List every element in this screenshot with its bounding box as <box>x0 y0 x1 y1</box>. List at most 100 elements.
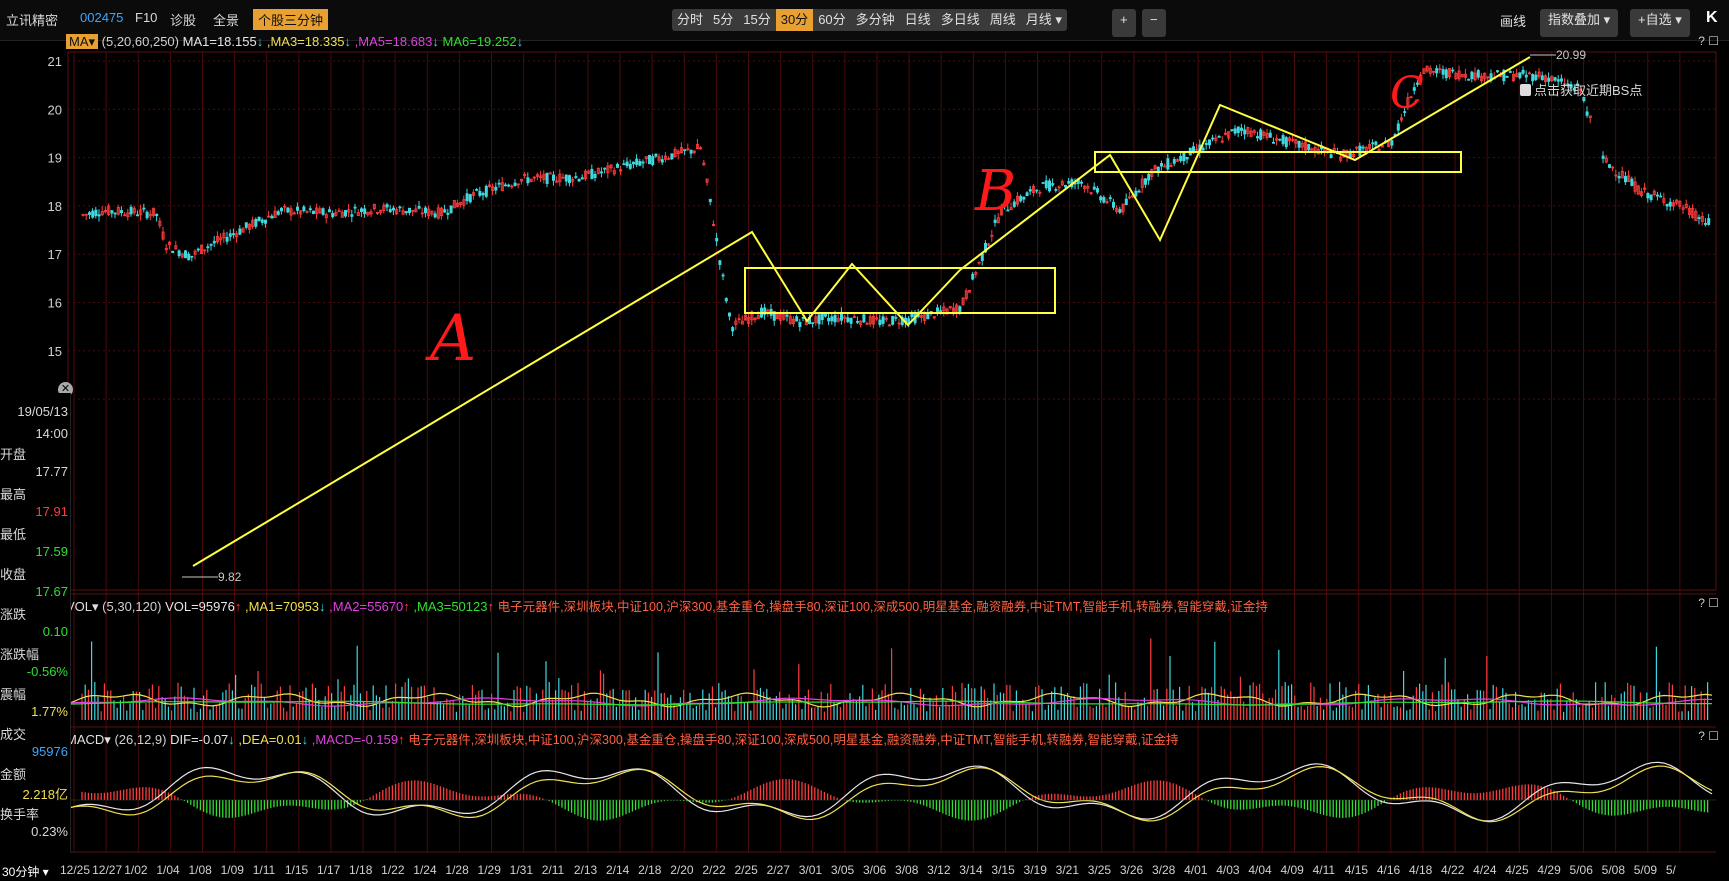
candle-body <box>446 212 450 215</box>
date-tick-label: 4/11 <box>1312 863 1336 877</box>
wave-b-c-path <box>959 56 1531 271</box>
candle-body <box>1524 74 1528 78</box>
candle-body <box>728 312 732 317</box>
date-tick-label: 12/25 <box>60 863 91 877</box>
candle-body <box>670 153 674 160</box>
date-axis: 30分钟 ▾ 12/25 12/27 1/02 1/04 1/08 1/09 1/11 1/1… <box>0 860 1729 881</box>
candle-body <box>1048 180 1052 192</box>
candle-body <box>135 214 139 217</box>
price-tick-label: 20 <box>48 102 62 117</box>
candle-body <box>327 209 331 213</box>
date-tick-label: 1/24 <box>413 863 437 877</box>
candle-body <box>478 191 482 196</box>
candle-body <box>1704 223 1708 225</box>
candle-body <box>856 320 860 323</box>
candle-body <box>417 206 421 209</box>
vol-indicator-header: VOL▾ (5,30,120) VOL=95976↑ ,MA1=70953↓ ,… <box>66 596 1268 615</box>
vol-sector-tags[interactable]: 电子元器件,深圳板块,中证100,沪深300,基金重仓,操盘手80,深证100,… <box>498 600 1268 614</box>
candle-body <box>1656 194 1660 197</box>
date-tick-label: 3/14 <box>959 863 983 877</box>
macd-selector-dropdown[interactable]: MACD▾ <box>66 732 111 747</box>
candle-body <box>1019 196 1023 202</box>
candle-body <box>1182 151 1186 162</box>
candle-body <box>475 188 479 191</box>
candle-body <box>94 209 98 217</box>
candle-body <box>939 310 943 313</box>
candle-body <box>1259 129 1263 140</box>
candle-body <box>145 211 149 219</box>
date-tick-label: 5/09 <box>1633 863 1658 877</box>
turnover-value: 0.23% <box>31 824 68 839</box>
candle-body <box>1665 203 1669 207</box>
price-tick-label: 16 <box>48 296 62 311</box>
candle-body <box>1329 154 1333 158</box>
date-tick-label: 3/26 <box>1119 863 1144 877</box>
price-tick-label: 18 <box>48 199 62 214</box>
date-tick-label: 1/17 <box>316 863 341 877</box>
date-tick-label: 3/12 <box>927 863 951 877</box>
candle-body <box>91 210 95 218</box>
candle-body <box>308 208 312 211</box>
candle-body <box>1118 209 1122 213</box>
date-tick-label: 5/ <box>1665 863 1676 877</box>
date-tick-label: 5/06 <box>1569 863 1593 877</box>
amplitude-label: 震幅 <box>0 687 27 702</box>
turnover-label: 换手率 <box>0 807 40 822</box>
up-arrow-icon: ↑ <box>234 599 242 614</box>
candle-body <box>196 248 200 251</box>
candle-body <box>359 208 363 212</box>
candle-body <box>481 192 485 196</box>
candle-body <box>564 174 568 182</box>
kline-chart[interactable]: 2120191817161514ABC <box>0 0 1729 881</box>
candle-body <box>276 211 280 215</box>
macd-params: (26,12,9) <box>114 732 167 747</box>
candle-body <box>568 175 572 184</box>
candle-body <box>1137 190 1141 193</box>
candle-body <box>507 184 511 187</box>
candle-body <box>363 208 367 215</box>
period-dropdown[interactable]: 30分钟 ▾ <box>2 863 49 880</box>
candle-body <box>820 313 824 321</box>
macd-value: ,MACD=-0.159 <box>311 732 399 747</box>
down-arrow-icon: ↓ <box>301 732 309 747</box>
candle-body <box>1256 136 1260 139</box>
vol-params: (5,30,120) <box>102 599 162 614</box>
candle-body <box>833 314 837 323</box>
candle-body <box>1307 144 1311 151</box>
candle-body <box>526 177 530 184</box>
date-tick-label: 1/04 <box>156 863 180 877</box>
macd-sector-tags[interactable]: 电子元器件,深圳板块,中证100,沪深300,基金重仓,操盘手80,深证100,… <box>408 733 1178 747</box>
candle-body <box>254 218 258 227</box>
candle-body <box>1668 201 1672 207</box>
candle-body <box>1534 74 1538 80</box>
candle-body <box>407 207 411 213</box>
candle-body <box>1080 181 1084 184</box>
candle-body <box>1096 188 1100 193</box>
candle-body <box>1278 138 1282 141</box>
date-tick-label: 1/28 <box>445 863 469 877</box>
candle-body <box>580 177 584 180</box>
candle-body <box>622 163 626 166</box>
candle-body <box>350 214 354 217</box>
candle-body <box>331 212 335 218</box>
candle-body <box>881 316 885 324</box>
candle-body <box>798 321 802 328</box>
vol-help-close[interactable]: ? ☐ <box>1698 596 1719 610</box>
candle-body <box>1281 135 1285 145</box>
date-tick-label: 2/20 <box>670 863 694 877</box>
high-value: 17.91 <box>35 504 68 519</box>
candle-body <box>936 307 940 312</box>
macd-help-close[interactable]: ? ☐ <box>1698 729 1719 743</box>
annotation-letter-b: B <box>974 159 1016 224</box>
candle-body <box>1496 70 1500 73</box>
candle-body <box>1067 181 1071 184</box>
candle-body <box>683 149 687 152</box>
candle-body <box>385 204 389 208</box>
candle-body <box>632 161 636 165</box>
get-bs-points-link[interactable]: 点击获取近期BS点 <box>1520 80 1642 99</box>
candle-body <box>1051 183 1055 186</box>
candle-body <box>1470 71 1474 80</box>
candle-body <box>548 172 552 175</box>
candle-body <box>353 206 357 209</box>
lock-icon <box>1520 84 1531 96</box>
